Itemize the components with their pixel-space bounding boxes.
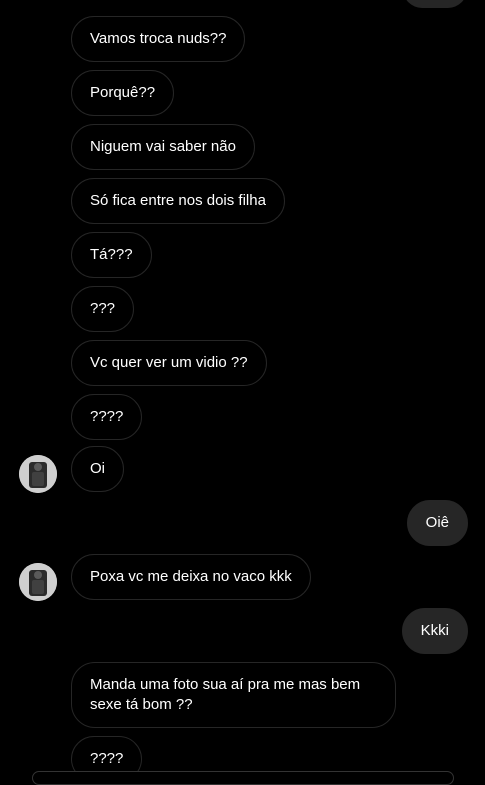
message-bubble-sent[interactable]: Oiê bbox=[406, 500, 468, 546]
message-bubble-received[interactable]: Vc quer ver um vidio ?? bbox=[71, 340, 267, 386]
message-bubble-received[interactable]: Niguem vai saber não bbox=[71, 124, 255, 170]
profile-photo-icon bbox=[19, 455, 57, 493]
message-bubble-sent[interactable]: Kkki bbox=[401, 608, 468, 654]
message-bubble-received[interactable]: Manda uma foto sua aí pra me mas bem sex… bbox=[71, 662, 396, 728]
message-bubble-received[interactable]: Porquê?? bbox=[71, 70, 175, 116]
avatar[interactable] bbox=[19, 455, 57, 493]
message-input-bar[interactable] bbox=[32, 771, 454, 785]
avatar[interactable] bbox=[19, 563, 57, 601]
message-bubble-received[interactable]: Tá??? bbox=[71, 232, 152, 278]
message-bubble-received[interactable]: ??? bbox=[71, 286, 135, 332]
message-bubble-received[interactable]: Oi bbox=[71, 446, 124, 492]
message-bubble-received[interactable]: Vamos troca nuds?? bbox=[71, 16, 246, 62]
profile-photo-icon bbox=[19, 563, 57, 601]
message-bubble-received[interactable]: Poxa vc me deixa no vaco kkk bbox=[71, 554, 311, 600]
sent-bubble-partial bbox=[403, 0, 467, 8]
message-bubble-received[interactable]: Só fica entre nos dois filha bbox=[71, 178, 285, 224]
message-bubble-received[interactable]: ???? bbox=[71, 394, 143, 440]
